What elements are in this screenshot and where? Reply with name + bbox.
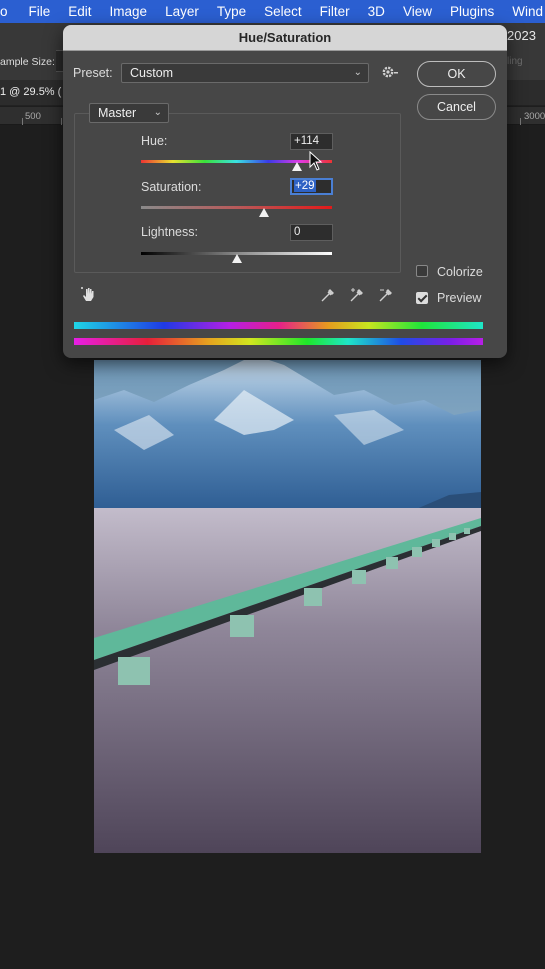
saturation-slider-track[interactable]: [141, 206, 332, 209]
lightness-label: Lightness:: [141, 225, 198, 239]
input-color-ramp: [74, 322, 483, 329]
preset-select[interactable]: Custom ⌄: [121, 63, 369, 83]
preview-label[interactable]: Preview: [437, 291, 481, 305]
eyedropper-minus-icon[interactable]: [378, 287, 394, 303]
chevron-down-icon: ⌄: [353, 67, 362, 78]
options-faded-text: ling: [507, 56, 523, 67]
lightness-slider-thumb[interactable]: [231, 254, 242, 263]
ok-button[interactable]: OK: [417, 61, 496, 87]
saturation-value-field[interactable]: +29: [290, 178, 333, 195]
output-color-ramp: [74, 338, 483, 345]
gear-icon[interactable]: [381, 64, 399, 82]
ruler-tick: [61, 118, 62, 125]
mouse-cursor-icon: [309, 150, 323, 171]
menu-file[interactable]: File: [20, 4, 60, 19]
menu-window[interactable]: Wind: [503, 4, 545, 19]
eyedropper-icon[interactable]: [320, 287, 336, 303]
lake-bridge-photo: [94, 360, 481, 853]
menu-3d[interactable]: 3D: [359, 4, 394, 19]
ruler-label-3000: 3000: [524, 111, 545, 122]
sample-size-label: ample Size:: [0, 56, 55, 68]
hue-label: Hue:: [141, 134, 168, 148]
eyedropper-plus-icon[interactable]: [349, 287, 365, 303]
lightness-value-field[interactable]: 0: [290, 224, 333, 241]
chevron-down-icon: ⌄: [153, 107, 162, 118]
hue-value-field[interactable]: +114: [290, 133, 333, 150]
hue-saturation-dialog: Hue/Saturation Preset: Custom ⌄ OK Cance…: [63, 25, 507, 358]
colorize-label[interactable]: Colorize: [437, 265, 483, 279]
hue-slider-thumb[interactable]: [291, 162, 302, 171]
dialog-title: Hue/Saturation: [238, 30, 332, 45]
hue-slider-track[interactable]: [141, 160, 332, 163]
adjustment-group-box: [74, 113, 401, 273]
cancel-button[interactable]: Cancel: [417, 94, 496, 120]
preset-value: Custom: [130, 66, 174, 80]
menu-layer[interactable]: Layer: [156, 4, 208, 19]
preview-checkbox[interactable]: [416, 292, 428, 304]
menu-view[interactable]: View: [394, 4, 441, 19]
ruler-label-500: 500: [25, 111, 41, 122]
saturation-value-selected: +29: [294, 180, 316, 192]
menu-bar: o File Edit Image Layer Type Select Filt…: [0, 0, 545, 23]
menu-select[interactable]: Select: [255, 4, 311, 19]
colorize-checkbox[interactable]: [416, 265, 428, 277]
menu-plugins[interactable]: Plugins: [441, 4, 503, 19]
saturation-slider-thumb[interactable]: [259, 208, 270, 217]
saturation-label: Saturation:: [141, 180, 202, 194]
app-menu[interactable]: o: [0, 4, 20, 19]
channel-select[interactable]: Master ⌄: [89, 103, 169, 123]
menu-edit[interactable]: Edit: [59, 4, 100, 19]
ruler-tick: [520, 118, 521, 125]
dialog-title-bar[interactable]: Hue/Saturation: [63, 25, 507, 51]
canvas-image: [94, 360, 481, 853]
workspace-year-label: 2023: [507, 28, 536, 43]
menu-image[interactable]: Image: [101, 4, 157, 19]
targeted-adjustment-hand-icon[interactable]: [79, 285, 97, 303]
menu-filter[interactable]: Filter: [311, 4, 359, 19]
document-tab[interactable]: 1 @ 29.5% (: [0, 86, 61, 98]
menu-type[interactable]: Type: [208, 4, 255, 19]
channel-value: Master: [98, 106, 137, 120]
preset-label: Preset:: [73, 66, 113, 80]
ruler-tick: [22, 118, 23, 125]
